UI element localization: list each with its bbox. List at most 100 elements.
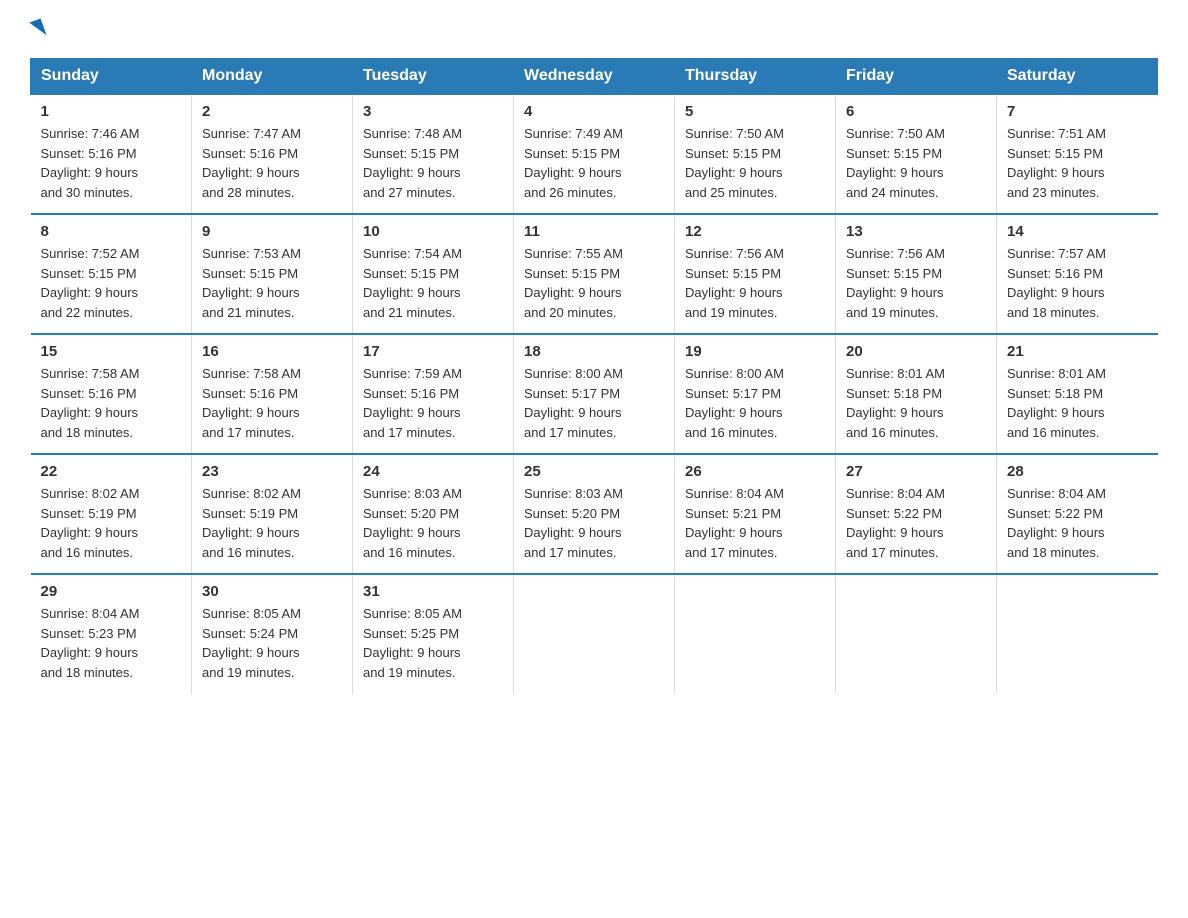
- calendar-cell: 15Sunrise: 7:58 AMSunset: 5:16 PMDayligh…: [31, 334, 192, 454]
- calendar-cell: 10 Sunrise: 7:54 AMSunset: 5:15 PMDayligh…: [353, 214, 514, 334]
- page-header: [30, 20, 1158, 38]
- header-tuesday: Tuesday: [353, 59, 514, 95]
- day-number: 21: [1007, 343, 1148, 360]
- day-number: 23: [202, 463, 342, 480]
- logo: [30, 20, 46, 38]
- day-info: Sunrise: 8:03 AMSunset: 5:20 PMDaylight:…: [524, 484, 664, 562]
- day-info: Sunrise: 7:57 AMSunset: 5:16 PMDaylight:…: [1007, 244, 1148, 322]
- calendar-cell: 5 Sunrise: 7:50 AMSunset: 5:15 PMDaylight…: [675, 94, 836, 214]
- calendar-cell: 7 Sunrise: 7:51 AMSunset: 5:15 PMDaylight…: [997, 94, 1158, 214]
- calendar-cell: 16 Sunrise: 7:58 AMSunset: 5:16 PMDayligh…: [192, 334, 353, 454]
- calendar-cell: 31 Sunrise: 8:05 AMSunset: 5:25 PMDayligh…: [353, 574, 514, 694]
- header-saturday: Saturday: [997, 59, 1158, 95]
- day-info: Sunrise: 7:52 AMSunset: 5:15 PMDaylight:…: [41, 244, 182, 322]
- calendar-cell: 13 Sunrise: 7:56 AMSunset: 5:15 PMDayligh…: [836, 214, 997, 334]
- logo-arrow-icon: [29, 18, 46, 39]
- day-number: 30: [202, 583, 342, 600]
- calendar-cell: [836, 574, 997, 694]
- day-info: Sunrise: 8:05 AMSunset: 5:24 PMDaylight:…: [202, 604, 342, 682]
- calendar-cell: 26Sunrise: 8:04 AMSunset: 5:21 PMDayligh…: [675, 454, 836, 574]
- day-info: Sunrise: 7:54 AMSunset: 5:15 PMDaylight:…: [363, 244, 503, 322]
- day-number: 9: [202, 223, 342, 240]
- calendar-cell: 23 Sunrise: 8:02 AMSunset: 5:19 PMDayligh…: [192, 454, 353, 574]
- header-thursday: Thursday: [675, 59, 836, 95]
- day-number: 6: [846, 103, 986, 120]
- day-info: Sunrise: 7:53 AMSunset: 5:15 PMDaylight:…: [202, 244, 342, 322]
- day-number: 3: [363, 103, 503, 120]
- day-number: 13: [846, 223, 986, 240]
- day-number: 2: [202, 103, 342, 120]
- calendar-cell: 11 Sunrise: 7:55 AMSunset: 5:15 PMDayligh…: [514, 214, 675, 334]
- day-info: Sunrise: 7:56 AMSunset: 5:15 PMDaylight:…: [846, 244, 986, 322]
- calendar-cell: 27 Sunrise: 8:04 AMSunset: 5:22 PMDayligh…: [836, 454, 997, 574]
- day-info: Sunrise: 8:04 AMSunset: 5:23 PMDaylight:…: [41, 604, 182, 682]
- calendar-cell: 29 Sunrise: 8:04 AMSunset: 5:23 PMDayligh…: [31, 574, 192, 694]
- calendar-cell: [675, 574, 836, 694]
- day-number: 4: [524, 103, 664, 120]
- calendar-week-row: 8 Sunrise: 7:52 AMSunset: 5:15 PMDaylight…: [31, 214, 1158, 334]
- day-number: 8: [41, 223, 182, 240]
- header-wednesday: Wednesday: [514, 59, 675, 95]
- calendar-cell: 30 Sunrise: 8:05 AMSunset: 5:24 PMDayligh…: [192, 574, 353, 694]
- calendar-cell: 25 Sunrise: 8:03 AMSunset: 5:20 PMDayligh…: [514, 454, 675, 574]
- calendar-cell: 9 Sunrise: 7:53 AMSunset: 5:15 PMDaylight…: [192, 214, 353, 334]
- day-number: 28: [1007, 463, 1148, 480]
- calendar-cell: 17 Sunrise: 7:59 AMSunset: 5:16 PMDayligh…: [353, 334, 514, 454]
- calendar-cell: 19 Sunrise: 8:00 AMSunset: 5:17 PMDayligh…: [675, 334, 836, 454]
- calendar-cell: 8 Sunrise: 7:52 AMSunset: 5:15 PMDaylight…: [31, 214, 192, 334]
- day-number: 14: [1007, 223, 1148, 240]
- day-number: 19: [685, 343, 825, 360]
- day-info: Sunrise: 8:00 AMSunset: 5:17 PMDaylight:…: [524, 364, 664, 442]
- day-info: Sunrise: 8:00 AMSunset: 5:17 PMDaylight:…: [685, 364, 825, 442]
- day-number: 1: [41, 103, 182, 120]
- day-info: Sunrise: 8:02 AMSunset: 5:19 PMDaylight:…: [41, 484, 182, 562]
- day-number: 29: [41, 583, 182, 600]
- day-info: Sunrise: 7:50 AMSunset: 5:15 PMDaylight:…: [685, 124, 825, 202]
- day-number: 31: [363, 583, 503, 600]
- day-info: Sunrise: 7:51 AMSunset: 5:15 PMDaylight:…: [1007, 124, 1148, 202]
- day-info: Sunrise: 8:04 AMSunset: 5:22 PMDaylight:…: [1007, 484, 1148, 562]
- calendar-week-row: 15 Sunrise: 7:58 AMSunset: 5:16 PMDayligh…: [31, 334, 1158, 454]
- day-number: 17: [363, 343, 503, 360]
- calendar-cell: 4 Sunrise: 7:49 AMSunset: 5:15 PMDaylight…: [514, 94, 675, 214]
- calendar-cell: 14 Sunrise: 7:57 AMSunset: 5:16 PMDayligh…: [997, 214, 1158, 334]
- day-number: 5: [685, 103, 825, 120]
- day-number: 27: [846, 463, 986, 480]
- calendar-cell: [514, 574, 675, 694]
- day-info: Sunrise: 7:58 AMSunset: 5:16 PMDaylight:…: [202, 364, 342, 442]
- day-info: Sunrise: 7:48 AMSunset: 5:15 PMDaylight:…: [363, 124, 503, 202]
- header-monday: Monday: [192, 59, 353, 95]
- calendar-cell: 3 Sunrise: 7:48 AMSunset: 5:15 PMDaylight…: [353, 94, 514, 214]
- day-number: 20: [846, 343, 986, 360]
- day-number: 26: [685, 463, 825, 480]
- day-info: Sunrise: 7:55 AMSunset: 5:15 PMDaylight:…: [524, 244, 664, 322]
- header-sunday: Sunday: [31, 59, 192, 95]
- day-number: 12: [685, 223, 825, 240]
- calendar-cell: 24Sunrise: 8:03 AMSunset: 5:20 PMDayligh…: [353, 454, 514, 574]
- day-number: 18: [524, 343, 664, 360]
- calendar-table: SundayMondayTuesdayWednesdayThursdayFrid…: [30, 58, 1158, 694]
- calendar-cell: 28 Sunrise: 8:04 AMSunset: 5:22 PMDayligh…: [997, 454, 1158, 574]
- day-number: 10: [363, 223, 503, 240]
- day-number: 11: [524, 223, 664, 240]
- calendar-cell: [997, 574, 1158, 694]
- day-number: 16: [202, 343, 342, 360]
- day-info: Sunrise: 7:47 AMSunset: 5:16 PMDaylight:…: [202, 124, 342, 202]
- day-info: Sunrise: 8:05 AMSunset: 5:25 PMDaylight:…: [363, 604, 503, 682]
- calendar-cell: 1 Sunrise: 7:46 AMSunset: 5:16 PMDaylight…: [31, 94, 192, 214]
- calendar-cell: 2 Sunrise: 7:47 AMSunset: 5:16 PMDaylight…: [192, 94, 353, 214]
- day-info: Sunrise: 8:01 AMSunset: 5:18 PMDaylight:…: [1007, 364, 1148, 442]
- day-info: Sunrise: 7:46 AMSunset: 5:16 PMDaylight:…: [41, 124, 182, 202]
- day-number: 15: [41, 343, 182, 360]
- day-number: 22: [41, 463, 182, 480]
- day-number: 25: [524, 463, 664, 480]
- day-info: Sunrise: 8:02 AMSunset: 5:19 PMDaylight:…: [202, 484, 342, 562]
- header-friday: Friday: [836, 59, 997, 95]
- day-info: Sunrise: 7:59 AMSunset: 5:16 PMDaylight:…: [363, 364, 503, 442]
- calendar-cell: 20Sunrise: 8:01 AMSunset: 5:18 PMDayligh…: [836, 334, 997, 454]
- day-info: Sunrise: 8:04 AMSunset: 5:22 PMDaylight:…: [846, 484, 986, 562]
- calendar-cell: 21 Sunrise: 8:01 AMSunset: 5:18 PMDayligh…: [997, 334, 1158, 454]
- day-info: Sunrise: 7:49 AMSunset: 5:15 PMDaylight:…: [524, 124, 664, 202]
- day-number: 24: [363, 463, 503, 480]
- day-number: 7: [1007, 103, 1148, 120]
